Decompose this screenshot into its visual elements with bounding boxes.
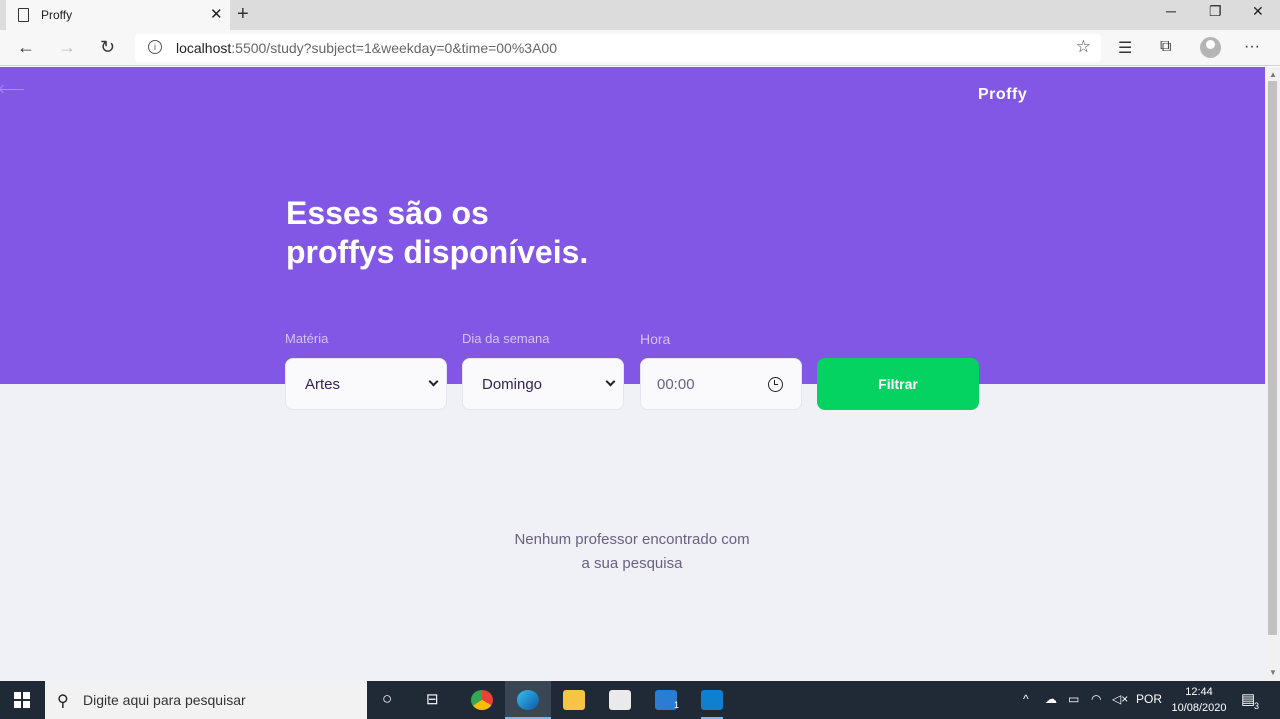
refresh-icon[interactable]: ↻ (100, 37, 115, 58)
search-icon: ⚲ (57, 693, 69, 710)
clock-time: 12:44 (1185, 686, 1213, 698)
browser-toolbar: ← → ↻ i localhost:5500/study?subject=1&w… (0, 30, 1280, 66)
wifi-icon[interactable]: ◠ (1091, 692, 1101, 706)
page-header: Proffy Esses são os proffys disponíveis. (0, 67, 1265, 384)
page-content: Proffy Esses são os proffys disponíveis.… (0, 67, 1265, 681)
address-bar[interactable]: i localhost:5500/study?subject=1&weekday… (135, 34, 1101, 62)
page-icon (18, 8, 29, 22)
edge-icon[interactable] (517, 690, 539, 710)
scroll-down-icon[interactable]: ▼ (1269, 668, 1277, 677)
tab-close-icon[interactable]: ✕ (210, 5, 223, 23)
back-arrow-icon[interactable]: ← (17, 37, 35, 58)
more-menu-icon[interactable]: ··· (1244, 38, 1260, 56)
browser-tab[interactable]: Proffy ✕ (6, 0, 230, 30)
filter-button[interactable]: Filtrar (817, 358, 979, 410)
subject-label: Matéria (285, 331, 329, 346)
time-input-value: 00:00 (657, 376, 695, 393)
battery-icon[interactable]: ▭ (1068, 692, 1079, 706)
profile-avatar[interactable] (1200, 37, 1221, 58)
chrome-icon[interactable] (471, 690, 493, 710)
chevron-up-icon[interactable]: ^ (1023, 692, 1029, 706)
mail-badge: 1 (674, 700, 680, 710)
empty-message-line-1: Nenhum professor encontrado com (514, 531, 750, 548)
time-input[interactable]: 00:00 (640, 358, 802, 410)
time-label: Hora (640, 331, 671, 347)
url-text[interactable]: localhost:5500/study?subject=1&weekday=0… (176, 40, 557, 56)
subject-select[interactable]: Artes (285, 358, 447, 410)
system-clock[interactable]: 12:44 10/08/2020 (1171, 684, 1227, 716)
new-tab-button[interactable]: + (237, 3, 249, 26)
close-window-button[interactable]: ✕ (1252, 3, 1264, 20)
clock-date: 10/08/2020 (1171, 702, 1227, 714)
file-explorer-icon[interactable] (563, 690, 585, 710)
favorite-star-icon[interactable]: ☆ (1076, 37, 1091, 57)
windows-taskbar: ⚲ Digite aqui para pesquisar ○ ⊟ 1 ^ ☁ ▭… (0, 681, 1280, 719)
browser-tab-bar: Proffy ✕ + ─ ❐ ✕ (0, 0, 1280, 30)
scrollbar-thumb[interactable] (1268, 81, 1277, 635)
onedrive-cloud-icon[interactable]: ☁ (1045, 692, 1057, 706)
vscode-icon[interactable] (701, 690, 723, 710)
vertical-scrollbar[interactable]: ▲ ▼ (1265, 67, 1280, 681)
page-title-line-1: Esses são os (286, 195, 489, 231)
page-title-line-2: proffys disponíveis. (286, 234, 589, 270)
weekday-select[interactable]: Domingo (462, 358, 624, 410)
forward-arrow-icon[interactable]: → (58, 37, 76, 58)
subject-select-value: Artes (305, 376, 341, 393)
scroll-up-icon[interactable]: ▲ (1269, 70, 1277, 79)
taskbar-search-box[interactable]: ⚲ Digite aqui para pesquisar (45, 681, 367, 719)
cortana-icon[interactable]: ○ (382, 689, 392, 709)
windows-start-icon[interactable] (14, 692, 30, 708)
notification-count: 3 (1254, 701, 1260, 711)
minimize-button[interactable]: ─ (1166, 3, 1176, 19)
clock-icon[interactable] (768, 377, 783, 392)
taskbar-search-placeholder: Digite aqui para pesquisar (83, 692, 246, 708)
chevron-down-icon (605, 376, 616, 387)
language-indicator[interactable]: POR (1136, 692, 1162, 706)
restore-button[interactable]: ❐ (1209, 3, 1222, 20)
back-link-icon[interactable] (0, 89, 24, 90)
empty-message-line-2: a sua pesquisa (581, 555, 683, 572)
weekday-select-value: Domingo (482, 376, 543, 393)
volume-muted-icon[interactable]: ◁× (1112, 692, 1128, 706)
chevron-down-icon (428, 376, 439, 387)
collections-icon[interactable]: ⧉ (1160, 38, 1171, 56)
site-info-icon[interactable]: i (148, 40, 162, 54)
empty-results-message: Nenhum professor encontrado com a sua pe… (470, 528, 794, 576)
task-view-icon[interactable]: ⊟ (426, 690, 439, 708)
weekday-label: Dia da semana (462, 331, 550, 346)
tab-title: Proffy (41, 8, 73, 22)
page-title: Esses são os proffys disponíveis. (286, 194, 588, 272)
favorites-icon[interactable]: ☰ (1118, 38, 1132, 58)
proffy-logo: Proffy (978, 86, 1028, 103)
store-icon[interactable] (609, 690, 631, 710)
